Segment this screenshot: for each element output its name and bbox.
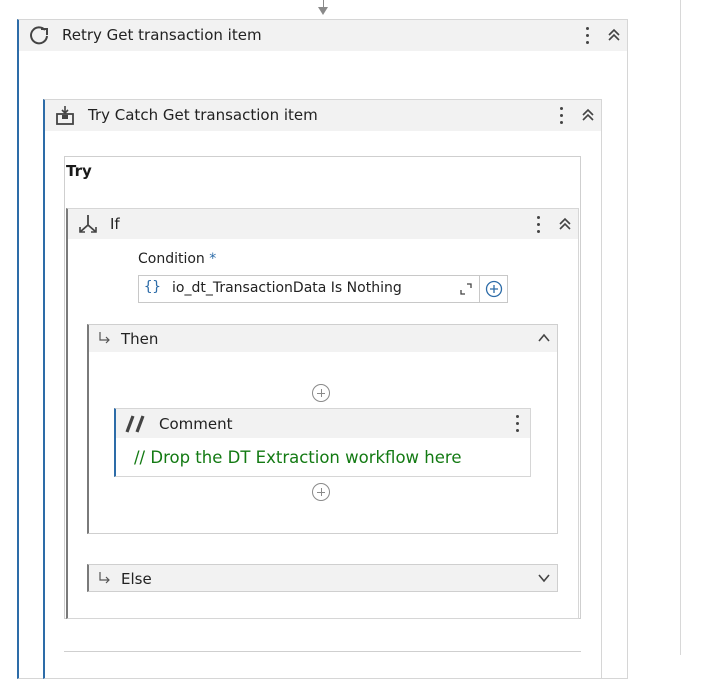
if-branch-icon <box>79 215 97 233</box>
branch-arrow-icon <box>99 572 110 584</box>
comment-title: Comment <box>159 415 233 433</box>
branch-arrow-icon <box>99 332 110 344</box>
if-header[interactable] <box>68 209 578 239</box>
condition-label-text: Condition <box>138 251 205 267</box>
try-catch-collapse-icon[interactable] <box>581 108 595 122</box>
retry-scope-title: Retry Get transaction item <box>62 26 262 44</box>
canvas-divider <box>680 0 681 655</box>
flow-arrow-icon <box>318 7 328 15</box>
try-catch-icon <box>56 106 74 125</box>
try-catch-title: Try Catch Get transaction item <box>88 106 318 124</box>
comment-text[interactable]: // Drop the DT Extraction workflow here <box>134 448 461 467</box>
retry-scope-more-icon[interactable] <box>586 25 590 47</box>
else-label: Else <box>121 570 152 588</box>
required-marker: * <box>209 251 217 267</box>
try-label: Try <box>66 162 92 180</box>
condition-label: Condition * <box>138 251 216 267</box>
else-branch[interactable] <box>87 564 558 592</box>
then-label: Then <box>121 330 159 348</box>
then-header[interactable] <box>89 325 557 352</box>
catches-section-border <box>64 651 581 652</box>
if-collapse-icon[interactable] <box>558 217 572 231</box>
add-activity-icon[interactable] <box>312 483 330 501</box>
else-expand-icon[interactable] <box>537 572 551 584</box>
comment-more-icon[interactable] <box>516 413 520 435</box>
add-activity-icon[interactable] <box>312 384 330 402</box>
comment-slashes-icon <box>125 415 145 433</box>
then-collapse-icon[interactable] <box>537 332 551 344</box>
if-title: If <box>110 215 120 233</box>
try-catch-more-icon[interactable] <box>560 105 564 127</box>
expand-editor-icon[interactable] <box>459 282 473 296</box>
condition-value[interactable]: io_dt_TransactionData Is Nothing <box>172 280 402 296</box>
retry-icon <box>30 26 48 45</box>
expression-braces-icon[interactable]: {} <box>144 279 161 295</box>
plus-circle-icon[interactable] <box>485 280 503 298</box>
retry-scope-collapse-icon[interactable] <box>607 28 621 42</box>
if-more-icon[interactable] <box>537 214 541 236</box>
